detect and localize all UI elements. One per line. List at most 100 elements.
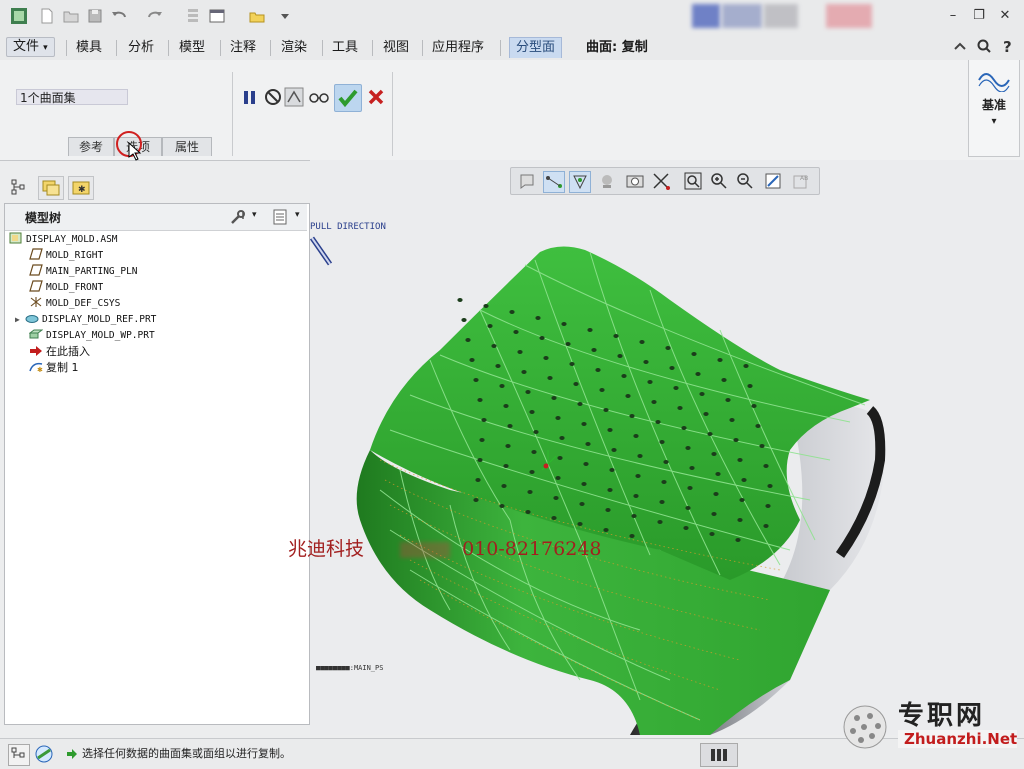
graphics-window[interactable]: PULL DIRECTION ■■■■■■■■:MAIN_PS [309,160,1024,735]
subtab-properties[interactable]: 属性 [162,137,212,156]
help-icon[interactable]: ? [1000,38,1016,56]
model-hole [533,430,539,434]
ribbon-tabs: 文件 ▾ 模具 分析 模型 注释 渲染 工具 视图 应用程序 分型面 曲面: 复… [0,34,1024,61]
regenerate-icon[interactable] [184,7,202,25]
folder-browser-tab-icon[interactable] [38,176,64,200]
pause-icon[interactable] [240,87,260,107]
model-hole [547,376,553,380]
datum-label: 基准 [981,98,1006,112]
tab-surface-copy[interactable]: 曲面: 复制 [580,38,654,58]
preview-geometry-icon[interactable] [284,87,304,107]
open-icon[interactable] [62,7,80,25]
tab-analysis[interactable]: 分析 [122,38,160,58]
refit-icon[interactable] [683,171,703,191]
model-hole [647,380,653,384]
verify-glasses-icon[interactable] [308,87,329,107]
tree-item-main-parting-pln[interactable]: MAIN_PARTING_PLN [29,264,138,280]
datum-display-icon[interactable] [543,171,565,193]
model-hole [481,418,487,422]
collapse-ribbon-icon[interactable] [952,38,968,54]
annotation-orientation-icon[interactable]: AB [791,171,811,191]
model-tree-tab-icon[interactable] [10,178,28,196]
tree-item-mold-right[interactable]: MOLD_RIGHT [29,248,103,264]
datum-group[interactable]: 基准 ▾ [968,60,1020,157]
datum-plane-icon [29,280,43,292]
model-hole [595,368,601,372]
parting-plane-label: ■■■■■■■■:MAIN_PS [316,664,384,672]
model-hole [535,316,541,320]
new-icon[interactable] [38,7,56,25]
app-icon[interactable] [10,7,28,25]
cancel-button[interactable] [366,87,386,107]
model-hole [631,514,637,518]
zoom-in-icon[interactable] [709,171,729,191]
model-hole [505,444,511,448]
repaint-icon[interactable] [763,171,783,191]
svg-text:?: ? [1003,38,1012,54]
zoom-out-icon[interactable] [735,171,755,191]
tree-item-mold-def-csys[interactable]: MOLD_DEF_CSYS [29,296,120,312]
pull-direction-label: PULL DIRECTION [310,222,386,232]
save-icon[interactable] [86,7,104,25]
tab-applications[interactable]: 应用程序 [426,38,490,58]
selection-filter-icon[interactable] [700,743,738,767]
restore-button[interactable]: ❐ [970,8,988,24]
tab-file[interactable]: 文件 ▾ [6,37,55,57]
folder-icon[interactable] [248,7,266,25]
subtab-references[interactable]: 参考 [68,137,114,156]
favorites-tab-icon[interactable]: ✱ [68,176,94,200]
model-hole [657,520,663,524]
tree-settings-icon[interactable] [229,208,247,226]
expand-arrow-icon[interactable]: ▶ [15,312,25,328]
dashboard-ribbon: 1个曲面集 参考 选项 属性 基准 ▾ [0,60,1024,161]
more-icon[interactable] [276,7,294,25]
model-hole [737,518,743,522]
model-hole [473,498,479,502]
tab-view[interactable]: 视图 [377,38,415,58]
model-hole [495,364,501,368]
surface-set-collector[interactable]: 1个曲面集 [16,89,128,105]
model-hole [591,348,597,352]
spin-center-icon[interactable] [597,171,617,191]
tab-model[interactable]: 模型 [173,38,211,58]
tree-item-copy-1[interactable]: ✱ 复制 1 [29,360,79,376]
search-icon[interactable] [976,38,992,54]
tab-annotate[interactable]: 注释 [224,38,262,58]
model-hole [673,386,679,390]
saved-views-icon[interactable] [517,171,537,191]
close-button[interactable]: ✕ [996,8,1014,24]
undo-icon[interactable] [110,7,128,25]
chevron-down-icon[interactable]: ▾ [252,210,257,220]
toggle-navigator-icon[interactable] [8,744,30,766]
show-columns-icon[interactable] [271,208,289,226]
browser-toggle-icon[interactable] [34,744,54,764]
snapshot-icon[interactable] [625,171,645,191]
model-hole [607,488,613,492]
window-icon[interactable] [208,7,226,25]
redo-icon[interactable] [146,7,164,25]
model-hole [637,454,643,458]
minimize-button[interactable]: – [944,8,962,24]
tab-parting-surface[interactable]: 分型面 [509,37,563,58]
tree-item-ref-part[interactable]: ▶ DISPLAY_MOLD_REF.PRT [15,312,156,328]
tree-item-assembly[interactable]: DISPLAY_MOLD.ASM [9,232,118,248]
tree-item-mold-front[interactable]: MOLD_FRONT [29,280,103,296]
model-hole [531,450,537,454]
annotation-display-icon[interactable] [569,171,591,193]
model-hole [607,428,613,432]
no-preview-icon[interactable] [263,87,283,107]
tree-item-insert-here[interactable]: 在此插入 [29,344,90,360]
tab-tools[interactable]: 工具 [326,38,364,58]
model-hole [635,474,641,478]
model-hole [457,298,463,302]
chevron-down-icon[interactable]: ▾ [969,116,1019,127]
model-hole [525,510,531,514]
model-hole [603,528,609,532]
tree-item-workpiece[interactable]: DISPLAY_MOLD_WP.PRT [28,328,155,344]
ok-button[interactable] [334,84,362,112]
model-hole [477,458,483,462]
tab-mold[interactable]: 模具 [70,38,108,58]
csys-display-icon[interactable] [651,171,671,191]
chevron-down-icon[interactable]: ▾ [295,210,300,220]
tab-render[interactable]: 渲染 [275,38,313,58]
